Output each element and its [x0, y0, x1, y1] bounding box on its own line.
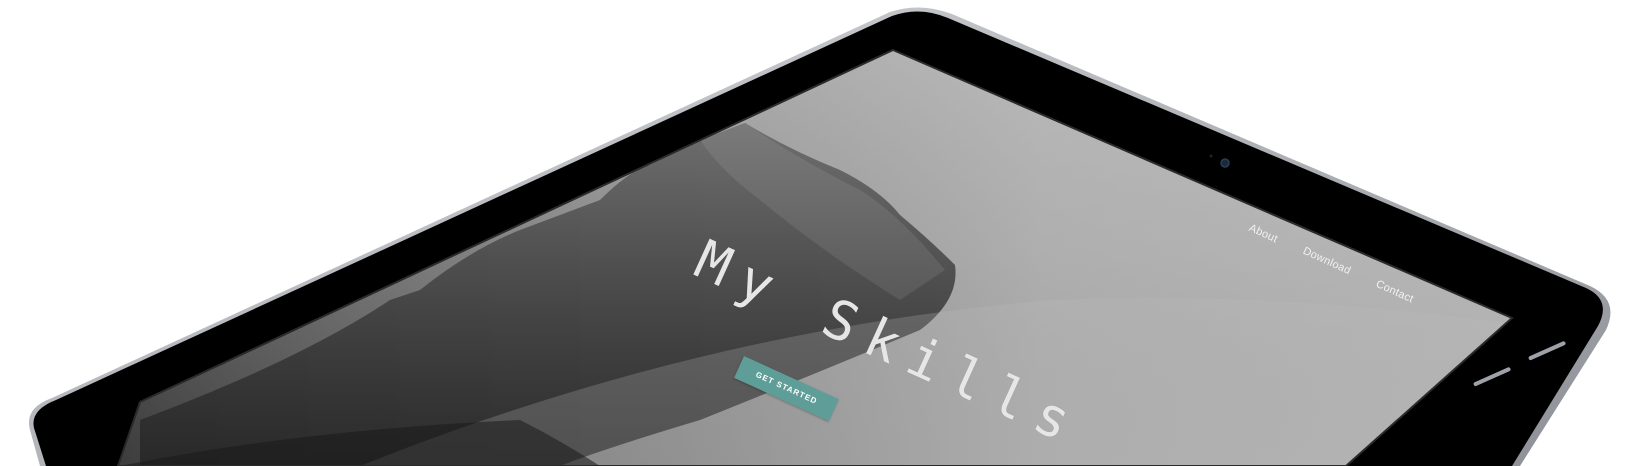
product-mockup: My Skills About Download Contact GET STA…: [0, 0, 1650, 466]
camera-icon: [1220, 158, 1230, 168]
sensor-dot: [1209, 154, 1213, 158]
